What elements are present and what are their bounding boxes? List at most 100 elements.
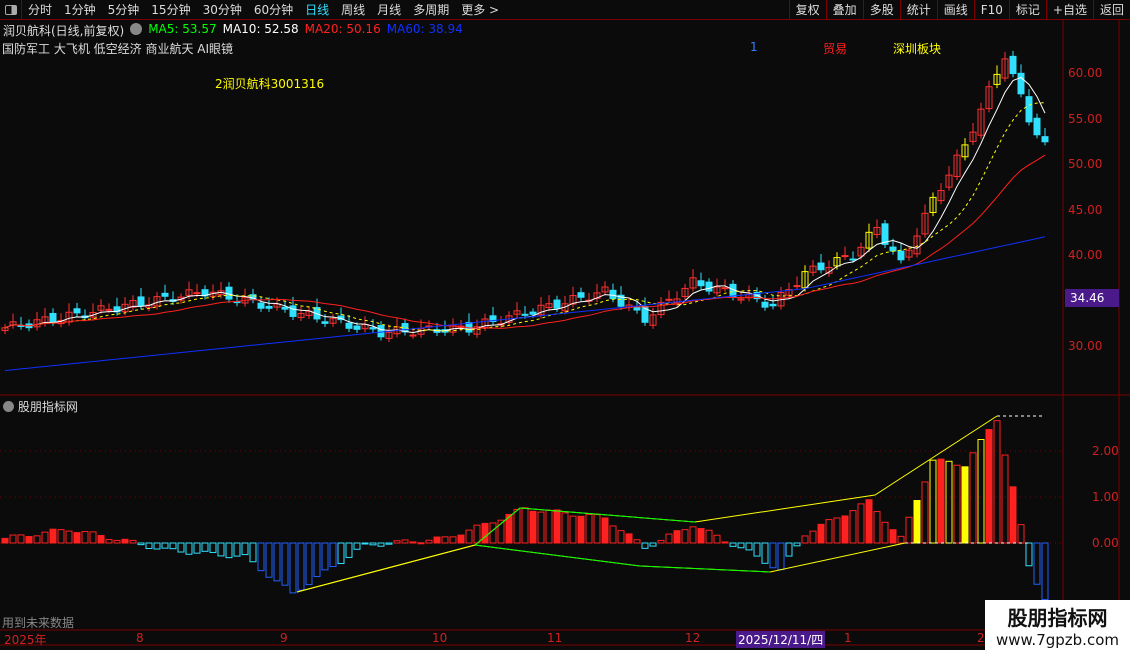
indicator-bar	[81, 531, 89, 544]
lower-trend-line	[296, 542, 906, 593]
indicator-bar	[849, 510, 857, 544]
indicator-bar	[617, 530, 625, 544]
candle	[281, 306, 289, 310]
indicator-bar	[769, 542, 777, 569]
indicator-bar	[25, 536, 33, 544]
indicator-bar	[129, 539, 137, 544]
candle	[257, 302, 265, 309]
indicator-bar	[913, 499, 921, 544]
indicator-bar	[313, 542, 321, 578]
indicator-bar	[57, 529, 65, 544]
indicator-bar	[825, 519, 833, 544]
indicator-bar	[1041, 542, 1049, 601]
indicator-bar	[273, 542, 281, 582]
candle	[1017, 72, 1025, 95]
indicator-bar	[401, 539, 409, 544]
indicator-bar	[225, 542, 233, 559]
kline-chart[interactable]	[0, 0, 1130, 650]
indicator-bar	[833, 517, 841, 544]
candle	[849, 258, 857, 261]
indicator-bar	[185, 542, 193, 555]
indicator-bar	[633, 539, 641, 544]
indicator-bar	[1025, 542, 1033, 567]
candle	[577, 292, 585, 298]
indicator-bar	[929, 459, 937, 544]
indicator-bar	[193, 542, 201, 554]
indicator-bar	[233, 542, 241, 557]
indicator-bar	[337, 542, 345, 565]
indicator-bar	[369, 542, 377, 546]
indicator-bar	[897, 535, 905, 544]
indicator-bar	[377, 542, 385, 547]
indicator-bar	[17, 534, 25, 544]
indicator-bar	[457, 534, 465, 544]
indicator-bar	[593, 514, 601, 544]
candle	[289, 305, 297, 317]
last-price-tag: 34.46	[1065, 289, 1119, 307]
candle	[1041, 136, 1049, 143]
ma10-line	[4, 102, 1046, 332]
date-label: 11	[547, 631, 563, 645]
upper-trend-line	[296, 415, 998, 593]
date-label: 9	[280, 631, 288, 645]
candle	[105, 308, 113, 311]
candle	[889, 246, 897, 252]
price-tick: 55.00	[1068, 111, 1103, 126]
indicator-bar	[297, 542, 305, 591]
indicator-bar	[33, 535, 41, 544]
indicator-bar	[721, 541, 729, 544]
ma5-line	[4, 76, 1046, 334]
indicator-bar	[577, 515, 585, 544]
candle	[265, 305, 273, 309]
indicator-bar	[553, 509, 561, 544]
price-tick: 40.00	[1068, 248, 1103, 262]
candle	[377, 324, 385, 338]
indicator-bar	[201, 542, 209, 552]
date-label: 8	[136, 631, 144, 645]
indicator-bar	[641, 542, 649, 549]
price-tick: 50.00	[1068, 157, 1103, 171]
indicator-bar	[697, 528, 705, 544]
indicator-bar	[321, 542, 329, 571]
date-label: 1	[844, 631, 852, 645]
indicator-bar	[977, 439, 985, 544]
indicator-bar	[345, 542, 353, 558]
indicator-bar	[425, 539, 433, 544]
indicator-bar	[49, 528, 57, 544]
candle	[705, 281, 713, 292]
indicator-bar	[329, 542, 337, 568]
indicator-bar	[729, 542, 737, 547]
indicator-bar	[881, 521, 889, 544]
indicator-bar	[105, 539, 113, 544]
indicator-bar	[817, 523, 825, 544]
indicator-bar	[1017, 524, 1025, 544]
indicator-bar	[417, 542, 425, 545]
indicator-bar	[961, 466, 969, 544]
indicator-bar	[409, 541, 417, 544]
candle	[369, 327, 377, 330]
indicator-bar	[761, 542, 769, 564]
indicator-bar	[889, 529, 897, 544]
trend-green	[474, 544, 771, 573]
indicator-bar	[465, 529, 473, 544]
indicator-bar	[865, 499, 873, 544]
indicator-bar	[161, 542, 169, 549]
chevron-down-icon[interactable]	[3, 401, 14, 412]
candle	[521, 313, 529, 316]
future-data-note: 用到未来数据	[2, 616, 75, 630]
indicator-bar	[681, 529, 689, 544]
indicator-bar	[449, 536, 457, 544]
candle	[817, 262, 825, 271]
indicator-bar	[481, 522, 489, 544]
indicator-bar	[609, 525, 617, 544]
date-label: 10	[432, 631, 448, 645]
indicator-bar	[1033, 542, 1041, 585]
indicator-bar	[753, 542, 761, 557]
indicator-bar	[585, 513, 593, 544]
indicator-bar	[473, 524, 481, 544]
candle	[769, 303, 777, 307]
indicator-bar	[793, 542, 801, 547]
price-tick: 45.00	[1068, 202, 1103, 217]
candle	[529, 311, 537, 315]
candle	[665, 298, 673, 301]
